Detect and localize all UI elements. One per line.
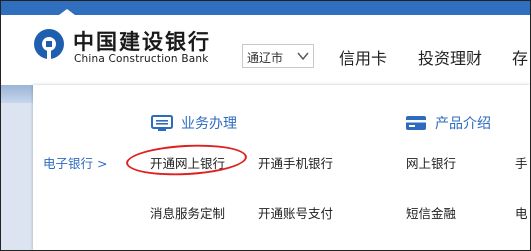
nav-credit-card[interactable]: 信用卡 [339,45,387,69]
chevron-down-icon [297,52,309,61]
ccb-logo-icon[interactable] [32,27,66,61]
city-select-value: 通辽市 [247,51,284,65]
bank-name-cn[interactable]: 中国建设银行 [73,26,211,56]
section-products-title: 产品介绍 [435,116,491,132]
link-message-service[interactable]: 消息服务定制 [150,203,225,222]
screenshot-frame: 中国建设银行 China Construction Bank 通辽市 信用卡 投… [0,0,531,251]
dropdown-menu-panel: 电子银行 > 业务办理 产品介绍 开通网上银行 开通手机银行 消息服务定制 开通… [33,85,530,250]
card-icon [406,116,426,130]
menu-category-ebanking[interactable]: 电子银行 > [43,153,107,172]
bank-name-en[interactable]: China Construction Bank [74,53,209,65]
link-sms-finance[interactable]: 短信金融 [406,203,456,222]
section-business-title: 业务办理 [181,116,237,132]
nav-investment[interactable]: 投资理财 [418,45,482,69]
nav-deposit[interactable]: 存 [512,45,528,69]
link-account-payment[interactable]: 开通账号支付 [258,203,333,222]
section-business: 业务办理 [151,113,237,133]
left-shade [1,103,33,250]
top-bar [1,1,530,15]
city-select[interactable]: 通辽市 [242,44,314,68]
highlight-circle-annotation [125,141,248,179]
section-products: 产品介绍 [405,113,491,133]
link-mobile-partial[interactable]: 手 [515,153,528,172]
link-open-mobile-banking[interactable]: 开通手机银行 [258,153,333,172]
monitor-icon [151,115,173,131]
link-partial-dian[interactable]: 电 [515,203,528,222]
link-online-banking[interactable]: 网上银行 [406,153,456,172]
